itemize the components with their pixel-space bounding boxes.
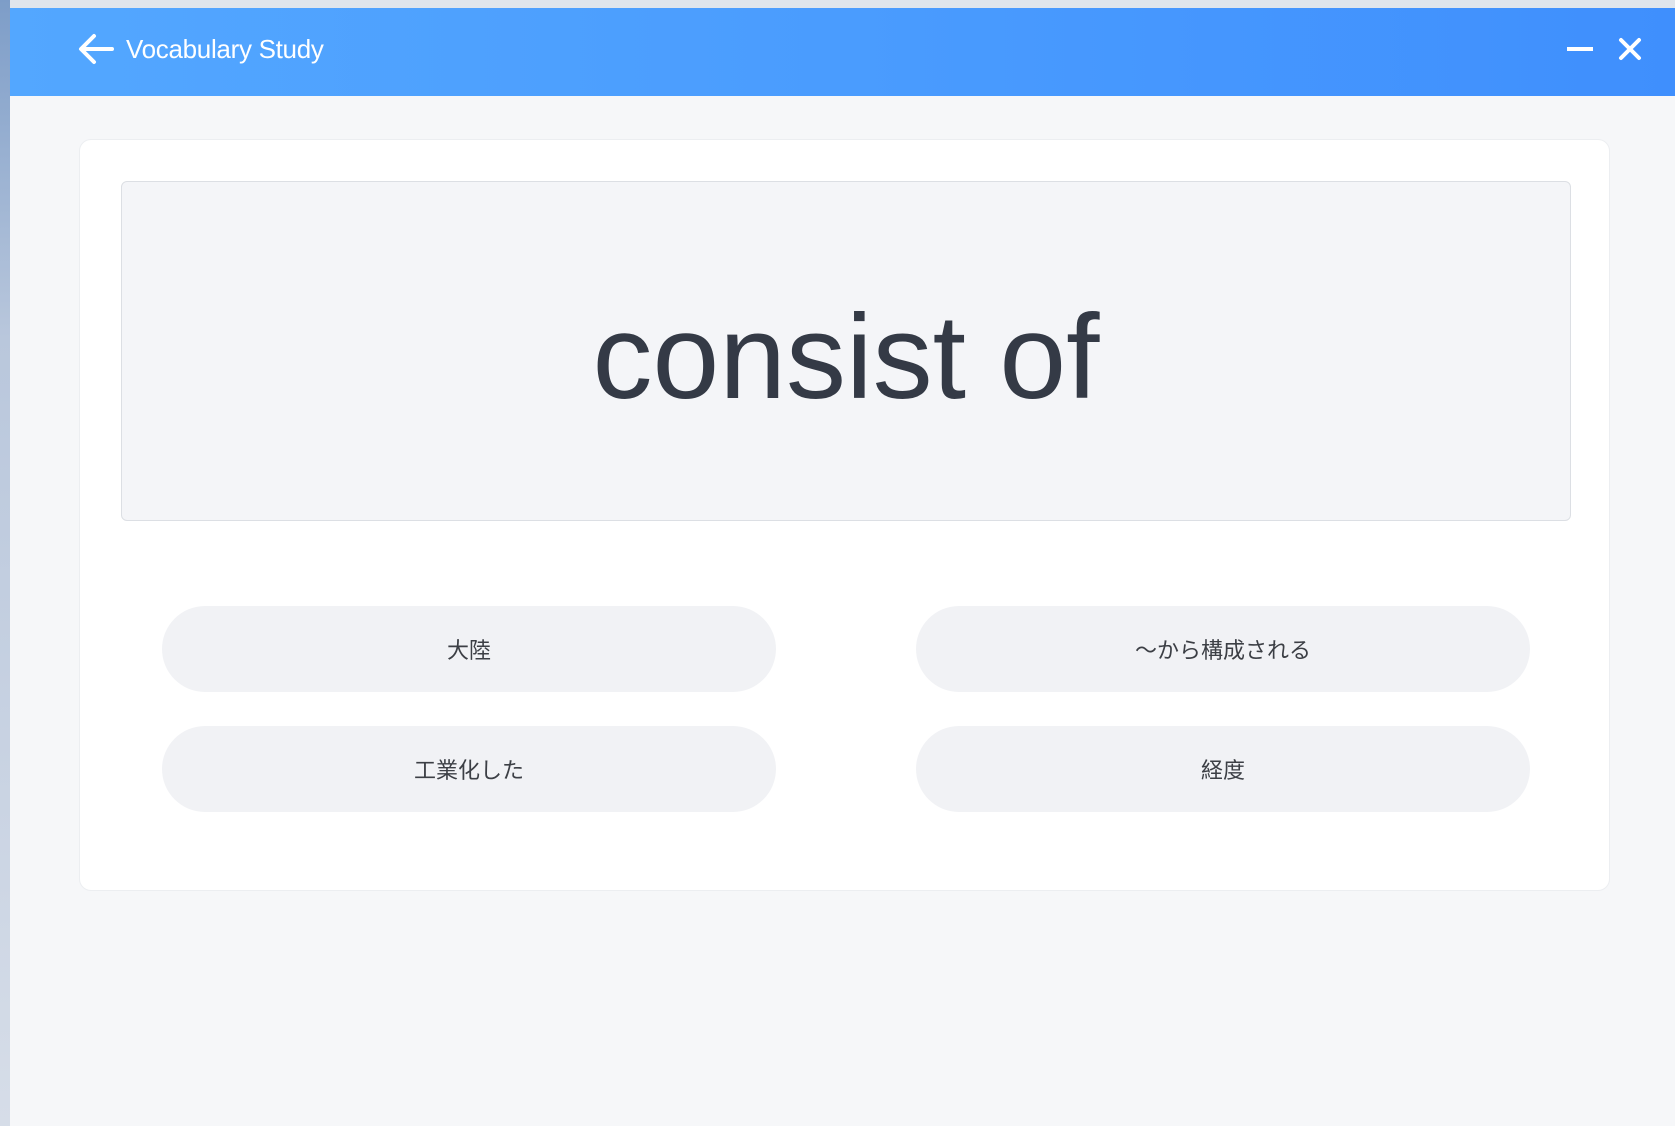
desktop-background bbox=[0, 0, 10, 1126]
minus-icon bbox=[1567, 47, 1593, 51]
app-window: Vocabulary Study consist of 大陸 ～から構成される … bbox=[10, 8, 1675, 1126]
quiz-card: consist of 大陸 ～から構成される 工業化した 経度 bbox=[79, 139, 1610, 891]
answer-option-2[interactable]: ～から構成される bbox=[916, 606, 1530, 692]
answer-option-1[interactable]: 大陸 bbox=[162, 606, 776, 692]
answer-option-3[interactable]: 工業化した bbox=[162, 726, 776, 812]
minimize-button[interactable] bbox=[1563, 32, 1597, 66]
word-display-panel: consist of bbox=[121, 181, 1571, 521]
vocabulary-word: consist of bbox=[592, 290, 1100, 424]
title-bar: Vocabulary Study bbox=[10, 8, 1675, 96]
arrow-left-icon bbox=[79, 34, 114, 64]
window-title: Vocabulary Study bbox=[126, 34, 324, 64]
answer-option-4[interactable]: 経度 bbox=[916, 726, 1530, 812]
close-icon bbox=[1619, 38, 1641, 60]
back-button[interactable] bbox=[76, 32, 116, 66]
close-button[interactable] bbox=[1613, 32, 1647, 66]
